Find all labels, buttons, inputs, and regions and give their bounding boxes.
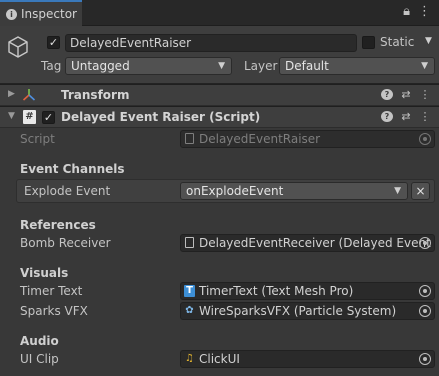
active-checkbox[interactable]: ✓ <box>47 36 60 49</box>
script-value: DelayedEventRaiser <box>199 132 321 146</box>
timer-text-label: Timer Text <box>20 284 83 298</box>
static-label: Static <box>380 35 415 49</box>
kebab-menu-icon[interactable]: ⋮ <box>418 5 431 19</box>
clear-button[interactable]: × <box>411 182 430 200</box>
transform-component-header[interactable]: ▶ Transform ? ⇄ ⋮ <box>0 84 439 106</box>
foldout-right-icon[interactable]: ▶ <box>8 89 15 99</box>
script-file-icon <box>185 133 194 144</box>
inspector-tab-bar: i Inspector 🔒︎ ⋮ <box>0 0 439 26</box>
component-enabled-checkbox[interactable]: ✓ <box>42 111 55 124</box>
tag-value: Untagged <box>71 59 130 73</box>
references-header: References <box>20 218 96 232</box>
tab-label: Inspector <box>21 7 77 21</box>
tag-dropdown[interactable]: Untagged ▼ <box>65 57 232 75</box>
layer-label: Layer <box>244 59 278 73</box>
sparks-vfx-field[interactable]: ✿ WireSparksVFX (Particle System) <box>180 302 435 320</box>
csharp-script-icon: # <box>23 110 36 124</box>
chevron-down-icon: ▼ <box>421 61 428 71</box>
help-icon[interactable]: ? <box>381 111 393 122</box>
ui-clip-label: UI Clip <box>20 352 59 366</box>
tag-label: Tag <box>41 59 62 73</box>
chevron-down-icon: ▼ <box>218 61 225 71</box>
presets-icon[interactable]: ⇄ <box>400 88 412 101</box>
lock-icon[interactable]: 🔒︎ <box>403 5 410 19</box>
script-component-header[interactable]: ▼ # ✓ Delayed Event Raiser (Script) ? ⇄ … <box>0 106 439 128</box>
ui-clip-field[interactable]: ♫ ClickUI <box>180 350 435 368</box>
audio-clip-icon: ♫ <box>185 353 194 364</box>
ui-clip-value: ClickUI <box>199 352 240 366</box>
explode-event-value: onExplodeEvent <box>186 184 284 198</box>
object-picker-icon[interactable] <box>419 305 431 317</box>
presets-icon[interactable]: ⇄ <box>400 110 412 123</box>
textmeshpro-icon: T <box>184 285 195 297</box>
gameobject-cube-icon <box>8 36 28 58</box>
object-picker-icon <box>419 133 431 145</box>
explode-event-dropdown[interactable]: onExplodeEvent ▼ <box>180 182 408 200</box>
component-controls: ? ⇄ ⋮ <box>381 110 431 123</box>
transform-icon <box>22 89 36 101</box>
bomb-receiver-field[interactable]: DelayedEventReceiver (Delayed Event <box>180 234 435 252</box>
script-label: Script <box>20 132 55 146</box>
bomb-receiver-label: Bomb Receiver <box>20 236 111 250</box>
sparks-vfx-value: WireSparksVFX (Particle System) <box>199 304 397 318</box>
chevron-down-icon: ▼ <box>394 186 401 196</box>
static-dropdown-icon[interactable]: ▼ <box>425 36 432 46</box>
sparks-vfx-label: Sparks VFX <box>20 304 88 318</box>
layer-dropdown[interactable]: Default ▼ <box>279 57 435 75</box>
transform-controls: ? ⇄ ⋮ <box>381 88 431 101</box>
static-checkbox[interactable] <box>362 36 375 49</box>
transform-title: Transform <box>61 88 130 102</box>
component-title: Delayed Event Raiser (Script) <box>61 110 261 124</box>
object-picker-icon[interactable] <box>419 285 431 297</box>
bomb-receiver-value: DelayedEventReceiver (Delayed Event <box>199 236 431 250</box>
kebab-menu-icon[interactable]: ⋮ <box>419 110 431 123</box>
event-channels-header: Event Channels <box>20 162 125 176</box>
object-picker-icon[interactable] <box>419 353 431 365</box>
particle-system-icon: ✿ <box>185 305 194 316</box>
visuals-header: Visuals <box>20 266 69 280</box>
layer-value: Default <box>285 59 329 73</box>
audio-header: Audio <box>20 334 59 348</box>
timer-text-field[interactable]: T TimerText (Text Mesh Pro) <box>180 282 435 300</box>
tab-inspector[interactable]: i Inspector <box>0 0 82 26</box>
script-field: DelayedEventRaiser <box>180 130 435 148</box>
explode-event-label: Explode Event <box>24 184 111 198</box>
tab-controls: 🔒︎ ⋮ <box>403 5 431 19</box>
object-name-input[interactable]: DelayedEventRaiser <box>65 34 357 52</box>
script-file-icon <box>185 237 194 248</box>
info-icon: i <box>6 8 17 20</box>
help-icon[interactable]: ? <box>381 89 393 100</box>
kebab-menu-icon[interactable]: ⋮ <box>419 88 431 101</box>
foldout-down-icon[interactable]: ▼ <box>8 111 15 121</box>
object-picker-icon[interactable] <box>419 237 431 249</box>
timer-text-value: TimerText (Text Mesh Pro) <box>199 284 354 298</box>
